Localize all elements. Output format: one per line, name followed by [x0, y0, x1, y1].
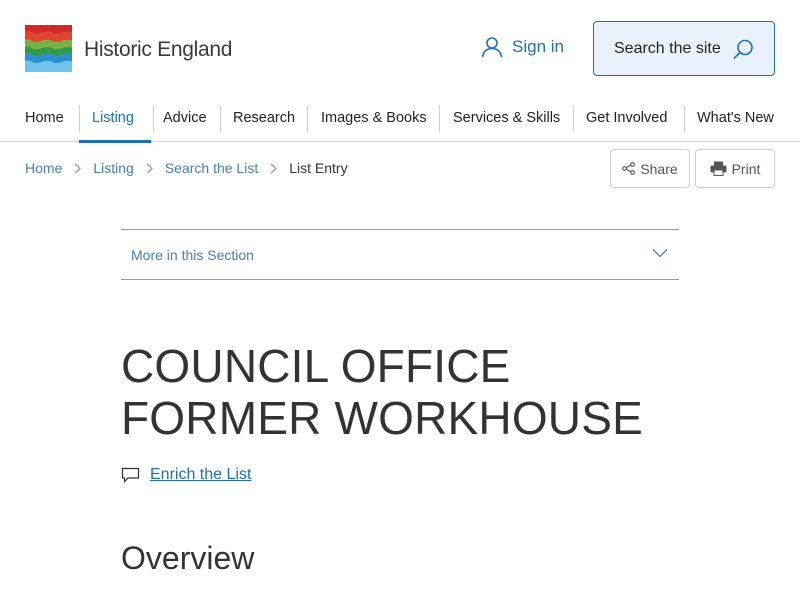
print-label: Print: [731, 160, 761, 177]
nav-item-home[interactable]: Home: [25, 104, 64, 142]
breadcrumb: Home Listing Search the List List Entry: [25, 158, 348, 178]
overview-heading: Overview: [121, 540, 255, 576]
share-label: Share: [640, 160, 678, 177]
print-button[interactable]: Print: [695, 149, 775, 188]
search-label: Search the site: [614, 39, 721, 57]
page-title: COUNCIL OFFICE FORMER WORKHOUSE: [121, 340, 643, 444]
breadcrumb-list-entry: List Entry: [289, 160, 348, 176]
breadcrumb-search-the-list[interactable]: Search the List: [165, 160, 258, 176]
breadcrumb-home[interactable]: Home: [25, 160, 62, 176]
nav-item-whats-new[interactable]: What's New: [697, 104, 774, 142]
sign-in-link[interactable]: Sign in: [481, 36, 564, 58]
more-in-section-toggle[interactable]: More in this Section: [121, 229, 679, 280]
enrich-the-list-link[interactable]: Enrich the List: [121, 466, 251, 484]
nav-divider: [153, 105, 154, 132]
nav-divider: [573, 105, 574, 132]
nav-divider: [307, 105, 308, 132]
share-button[interactable]: Share: [610, 149, 690, 188]
nav-item-research[interactable]: Research: [233, 104, 295, 142]
search-button[interactable]: Search the site: [593, 21, 775, 76]
nav-divider: [220, 105, 221, 132]
enrich-the-list-label[interactable]: Enrich the List: [150, 466, 251, 484]
chevron-right-icon: [270, 163, 278, 174]
nav-divider: [439, 105, 440, 132]
chevron-right-icon: [146, 163, 153, 174]
search-icon: [733, 39, 753, 60]
nav-divider: [79, 105, 80, 132]
chevron-right-icon: [74, 163, 82, 174]
nav-item-services-skills[interactable]: Services & Skills: [453, 104, 560, 142]
nav-item-advice[interactable]: Advice: [163, 104, 207, 142]
main-navigation: Home Listing Advice Research Images & Bo…: [0, 104, 800, 143]
site-header: Historic England Sign in Search the site: [0, 0, 800, 96]
nav-item-listing[interactable]: Listing: [79, 104, 151, 143]
logo-text: Historic England: [84, 37, 233, 61]
sign-in-label: Sign in: [512, 37, 564, 56]
print-icon: [710, 161, 727, 176]
breadcrumb-listing[interactable]: Listing: [93, 160, 133, 176]
user-icon: [481, 37, 503, 58]
nav-item-images-books[interactable]: Images & Books: [321, 104, 427, 142]
comment-icon: [121, 467, 140, 483]
nav-item-get-involved[interactable]: Get Involved: [586, 104, 667, 142]
nav-divider: [684, 105, 685, 132]
more-in-section-label: More in this Section: [131, 246, 254, 263]
site-logo[interactable]: Historic England: [25, 25, 232, 72]
historic-england-logo-icon: [25, 25, 72, 72]
share-icon: [622, 162, 636, 175]
chevron-down-icon: [652, 249, 668, 258]
